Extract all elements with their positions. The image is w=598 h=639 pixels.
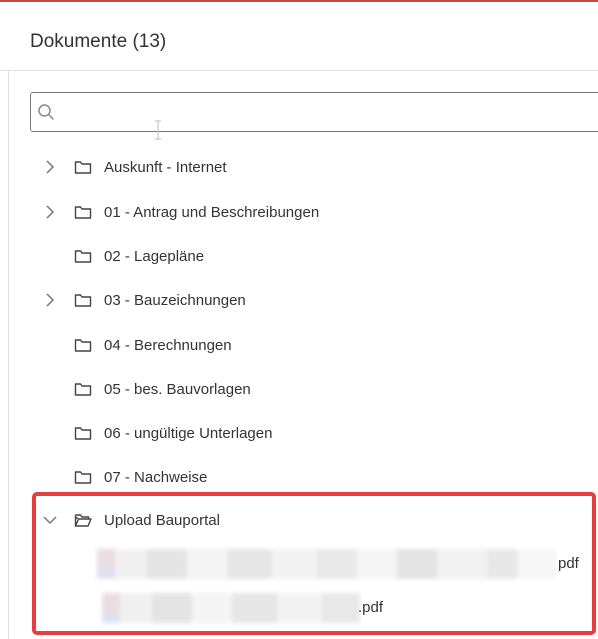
tree-item-label: 01 - Antrag und Beschreibungen xyxy=(104,203,320,221)
tree-item-label: 07 - Nachweise xyxy=(104,468,208,486)
text-cursor-icon xyxy=(155,120,161,140)
folder-icon xyxy=(74,294,92,307)
tree-item-03-bauzeichnungen[interactable]: 03 - Bauzeichnungen xyxy=(40,286,580,314)
panel-title: Dokumente (13) xyxy=(30,31,167,52)
tree-item-02-lageplaene[interactable]: 02 - Lagepläne xyxy=(40,242,580,270)
folder-icon xyxy=(74,161,92,174)
header-divider xyxy=(0,70,598,71)
tree-item-label: 05 - bes. Bauvorlagen xyxy=(104,380,251,398)
tree-item-upload-bauportal[interactable]: Upload Bauportal xyxy=(40,506,580,534)
tree-item-label: Auskunft - Internet xyxy=(104,158,227,176)
folder-open-icon xyxy=(74,514,92,527)
tree-item-04-berechnungen[interactable]: 04 - Berechnungen xyxy=(40,331,580,359)
redacted-filename xyxy=(97,549,557,579)
chevron-right-icon[interactable] xyxy=(40,202,60,222)
search-box[interactable] xyxy=(30,92,598,133)
folder-icon xyxy=(74,427,92,440)
content-border xyxy=(8,70,9,639)
chevron-down-icon[interactable] xyxy=(40,510,60,530)
top-accent-rule xyxy=(0,0,598,2)
chevron-right-icon[interactable] xyxy=(40,157,60,177)
tree-item-auskunft-internet[interactable]: Auskunft - Internet xyxy=(40,153,580,181)
tree-item-label: 03 - Bauzeichnungen xyxy=(104,291,246,309)
folder-icon xyxy=(74,339,92,352)
folder-icon xyxy=(74,206,92,219)
tree-item-label: 04 - Berechnungen xyxy=(104,336,232,354)
tree-item-label: 02 - Lagepläne xyxy=(104,247,205,265)
folder-icon xyxy=(74,383,92,396)
redacted-filename xyxy=(102,593,360,623)
folder-icon xyxy=(74,250,92,263)
tree-item-05-bauvorlagen[interactable]: 05 - bes. Bauvorlagen xyxy=(40,375,580,403)
tree-item-07-nachweise[interactable]: 07 - Nachweise xyxy=(40,463,580,491)
chevron-right-icon[interactable] xyxy=(40,290,60,310)
tree-item-01-antrag[interactable]: 01 - Antrag und Beschreibungen xyxy=(40,198,580,226)
search-icon xyxy=(38,104,54,120)
search-input[interactable] xyxy=(61,93,598,133)
tree-item-label: Upload Bauportal xyxy=(104,511,220,529)
file-item[interactable]: pdf xyxy=(97,549,587,579)
file-extension: pdf xyxy=(558,555,579,572)
file-item[interactable]: .pdf xyxy=(102,593,402,623)
tree-item-label: 06 - ungültige Unterlagen xyxy=(104,424,273,442)
folder-icon xyxy=(74,471,92,484)
file-extension: .pdf xyxy=(358,599,384,616)
tree-item-06-ungueltige[interactable]: 06 - ungültige Unterlagen xyxy=(40,419,580,447)
